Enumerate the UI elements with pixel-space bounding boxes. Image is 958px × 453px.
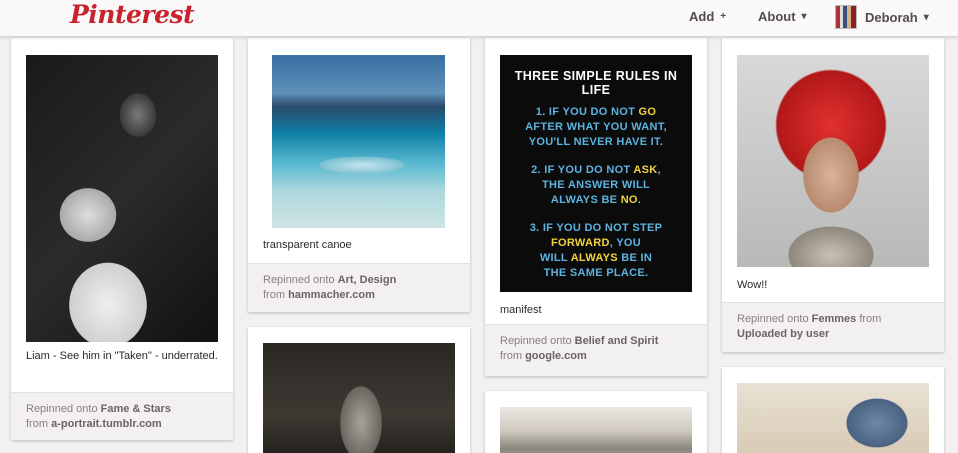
board-link[interactable]: Belief and Spirit <box>575 335 659 347</box>
source-link[interactable]: google.com <box>525 350 587 362</box>
pin-image-legs[interactable] <box>737 383 929 453</box>
avatar <box>835 5 857 29</box>
from-label: from <box>500 350 522 362</box>
rule-3: 3. IF YOU DO NOT STEP FORWARD, YOU WILL … <box>529 222 663 279</box>
pin-description: manifest <box>500 304 542 316</box>
pin-card-liam[interactable]: Liam - See him in "Taken" - underrated. … <box>11 38 233 440</box>
add-menu[interactable]: Add + <box>689 9 726 24</box>
about-menu[interactable]: About ▾ <box>758 9 807 24</box>
pin-card-fashion[interactable] <box>248 327 470 453</box>
chevron-down-icon: ▾ <box>923 11 929 23</box>
rules-title: THREE SIMPLE RULES IN LIFE <box>514 69 678 97</box>
pin-attribution: Repinned onto Belief and Spirit from goo… <box>485 324 707 376</box>
repinned-label: Repinned onto <box>263 274 335 286</box>
rule-1: 1. IF YOU DO NOT GO AFTER WHAT YOU WANT,… <box>525 106 667 148</box>
add-label: Add <box>689 9 715 24</box>
top-nav-bar: Pinterest Add + About ▾ Deborah ▾ <box>0 0 958 37</box>
pin-attribution: Repinned onto Fame & Stars from a-portra… <box>11 392 233 440</box>
pin-attribution: Repinned onto Femmes from Uploaded by us… <box>722 302 944 352</box>
pin-image-fashion[interactable] <box>263 343 455 453</box>
plus-icon: + <box>720 11 727 22</box>
pin-image-liam[interactable] <box>26 55 218 342</box>
board-link[interactable]: Art, Design <box>338 274 397 286</box>
repinned-label: Repinned onto <box>26 403 98 415</box>
pin-description: transparent canoe <box>263 239 352 251</box>
pin-card-rules[interactable]: THREE SIMPLE RULES IN LIFE 1. IF YOU DO … <box>485 38 707 376</box>
from-label: from <box>263 289 285 301</box>
repinned-label: Repinned onto <box>500 335 572 347</box>
from-label: from <box>859 313 882 325</box>
pin-description: Wow!! <box>737 279 768 291</box>
pin-card-canoe[interactable]: transparent canoe Repinned onto Art, Des… <box>248 38 470 312</box>
pin-card-marble[interactable] <box>485 391 707 453</box>
source-link[interactable]: hammacher.com <box>288 289 375 301</box>
about-label: About <box>758 9 796 24</box>
pin-attribution: Repinned onto Art, Design from hammacher… <box>248 263 470 312</box>
from-label: from <box>26 418 48 430</box>
board-link[interactable]: Femmes <box>812 313 857 325</box>
pin-image-hair[interactable] <box>737 55 929 267</box>
pin-card-hair[interactable]: Wow!! Repinned onto Femmes from Uploaded… <box>722 38 944 352</box>
chevron-down-icon: ▾ <box>801 11 807 22</box>
pin-image-marble[interactable] <box>500 407 692 453</box>
pin-description: Liam - See him in "Taken" - underrated. <box>26 350 218 362</box>
source-link[interactable]: a-portrait.tumblr.com <box>51 418 162 430</box>
board-link[interactable]: Fame & Stars <box>101 403 171 415</box>
pin-card-legs[interactable] <box>722 367 944 453</box>
pin-image-rules[interactable]: THREE SIMPLE RULES IN LIFE 1. IF YOU DO … <box>500 55 692 292</box>
pinterest-logo[interactable]: Pinterest <box>70 0 195 29</box>
user-name: Deborah <box>865 9 918 25</box>
user-menu[interactable]: Deborah ▾ <box>835 5 929 29</box>
source-link[interactable]: Uploaded by user <box>737 328 829 340</box>
rule-2: 2. IF YOU DO NOT ASK, THE ANSWER WILL AL… <box>531 164 661 206</box>
pin-image-canoe[interactable] <box>272 55 445 228</box>
repinned-label: Repinned onto <box>737 313 809 325</box>
